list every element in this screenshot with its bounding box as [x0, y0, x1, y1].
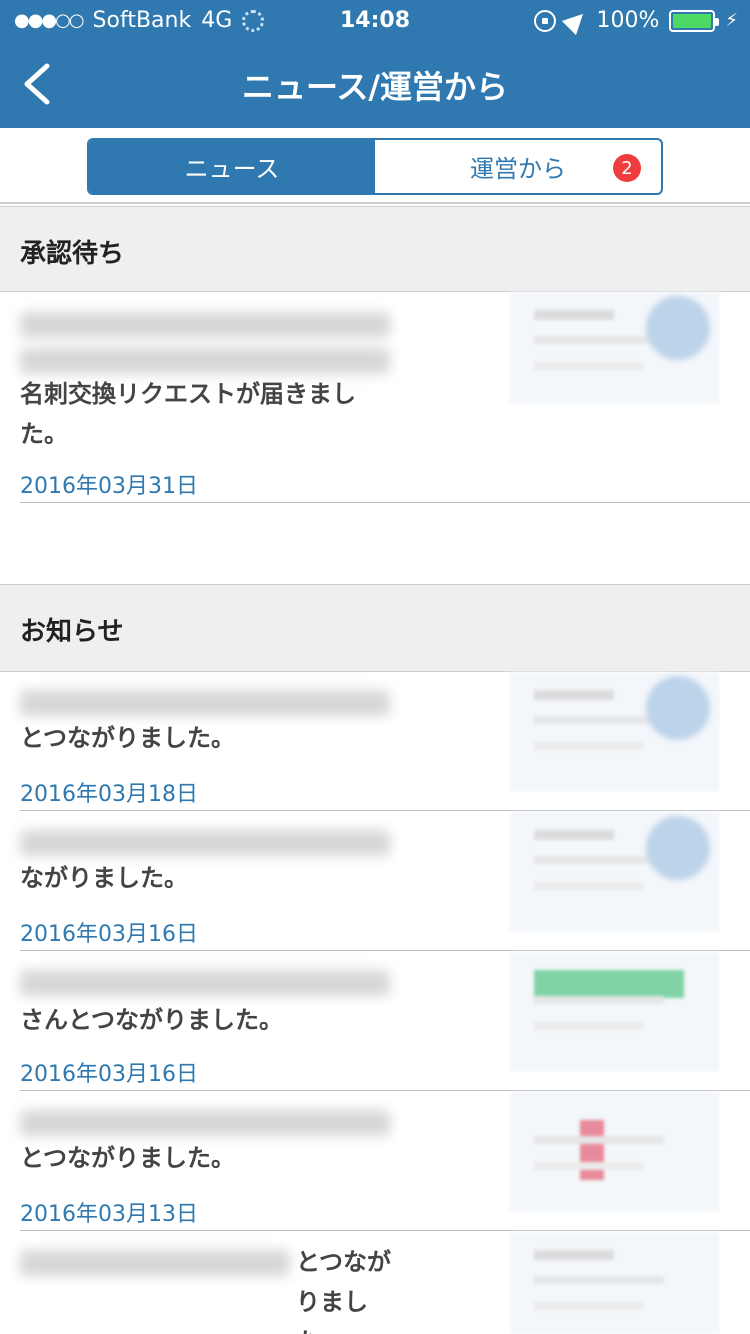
- item-date: 2016年03月18日: [20, 782, 198, 807]
- section-header-notices: お知らせ: [0, 584, 750, 672]
- section-title-pending: 承認待ち: [20, 239, 125, 269]
- card-thumbnail: [510, 292, 720, 404]
- unread-badge: 2: [613, 154, 641, 182]
- sender-name-blurred: [20, 970, 390, 996]
- sender-name-blurred: [20, 348, 390, 374]
- item-date: 2016年03月16日: [20, 922, 198, 947]
- section-header-pending: 承認待ち: [0, 206, 750, 292]
- segment-container: ニュース 運営から 2: [0, 128, 750, 204]
- item-message: 名刺交換リクエストが届きました。: [20, 380, 356, 448]
- sender-name-blurred: [20, 830, 390, 856]
- sender-name-blurred: [20, 1250, 290, 1276]
- item-date: 2016年03月13日: [20, 1202, 198, 1227]
- item-date: 2016年03月16日: [20, 1062, 198, 1087]
- card-thumbnail: [510, 1232, 720, 1334]
- top-bar: ●●●○○ SoftBank 4G 14:08 100% ⚡ ニュース/運営から: [0, 0, 750, 128]
- navigation-bar: ニュース/運営から: [0, 40, 750, 128]
- item-message: とつながりました。: [20, 1144, 236, 1172]
- battery-icon: [669, 9, 720, 32]
- status-bar: ●●●○○ SoftBank 4G 14:08 100% ⚡: [0, 0, 750, 40]
- row-divider: [20, 1090, 750, 1091]
- charging-icon: ⚡: [725, 10, 738, 31]
- row-divider: [20, 810, 750, 811]
- row-divider: [20, 502, 750, 503]
- item-message: とつながりました。: [20, 724, 236, 752]
- tab-from-operator-label: 運営から: [470, 155, 566, 183]
- section-title-notices: お知らせ: [20, 617, 124, 647]
- sender-name-blurred: [20, 690, 390, 716]
- tab-news-label: ニュース: [184, 155, 280, 183]
- sender-name-blurred: [20, 1110, 390, 1136]
- list-item[interactable]: ながりました。 2016年03月16日: [0, 812, 750, 952]
- item-message: さんとつながりました。: [20, 1006, 284, 1034]
- card-thumbnail: [510, 952, 720, 1072]
- list-item[interactable]: とつながりました。 2016年03月13日: [0, 1092, 750, 1232]
- location-icon: [562, 6, 591, 35]
- list-item[interactable]: さんとつながりました。 2016年03月16日: [0, 952, 750, 1092]
- card-thumbnail: [510, 672, 720, 792]
- item-message: ながりました。: [20, 864, 188, 892]
- battery-percent: 100%: [596, 8, 660, 33]
- row-divider: [20, 1230, 750, 1231]
- list-item[interactable]: 名刺交換リクエストが届きました。 2016年03月31日: [0, 292, 750, 504]
- item-message: とつながりました。: [296, 1248, 392, 1334]
- row-divider: [20, 950, 750, 951]
- card-thumbnail: [510, 1092, 720, 1212]
- list-item[interactable]: とつながりました。 2016年03月18日: [0, 672, 750, 812]
- tab-news[interactable]: ニュース: [89, 140, 375, 193]
- card-thumbnail: [510, 812, 720, 932]
- segmented-control: ニュース 運営から 2: [87, 138, 663, 195]
- item-date: 2016年03月31日: [20, 474, 198, 499]
- orientation-lock-icon: [534, 9, 557, 32]
- tab-from-operator[interactable]: 運営から 2: [375, 140, 661, 193]
- list-item[interactable]: とつながりました。: [0, 1232, 750, 1334]
- page-title: ニュース/運営から: [241, 68, 509, 106]
- sender-name-blurred: [20, 312, 390, 338]
